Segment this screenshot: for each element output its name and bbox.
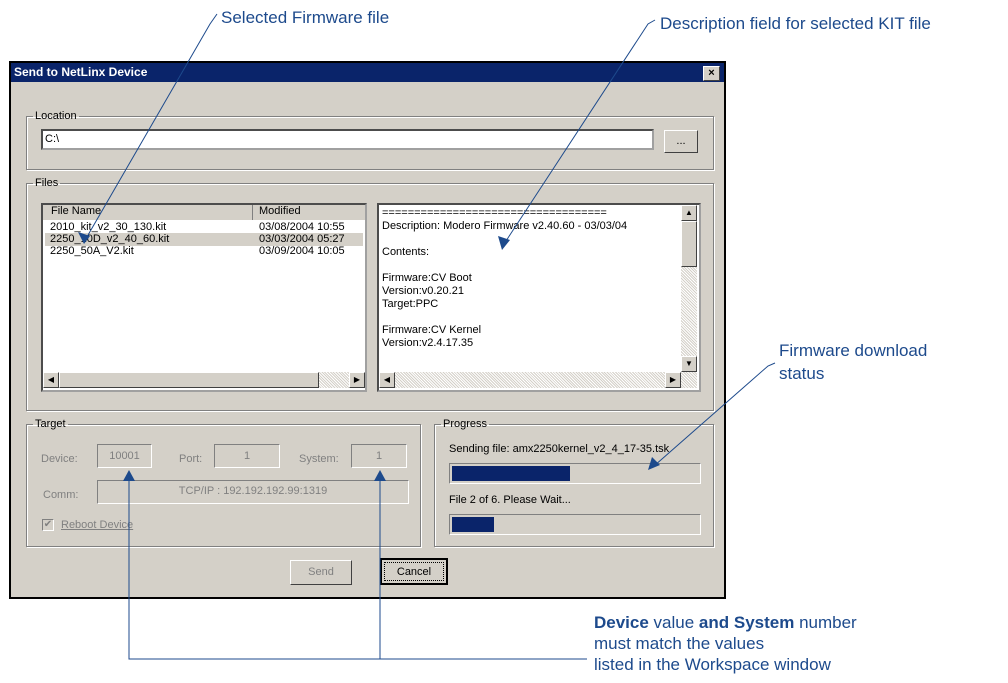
description-line: Description: Modero Firmware v2.40.60 - … (382, 220, 628, 232)
cancel-button[interactable]: Cancel (380, 558, 448, 585)
files-legend: Files (35, 177, 59, 189)
location-input[interactable]: C:\ (41, 129, 654, 150)
description-line: Firmware:CV Kernel (382, 324, 482, 336)
column-header-file-name[interactable]: File Name (43, 205, 253, 220)
location-legend: Location (35, 110, 77, 122)
file-progress-fill (452, 466, 570, 481)
port-field[interactable]: 1 (214, 444, 280, 468)
port-label: Port: (179, 453, 203, 465)
file-list-header: File Name Modified (43, 205, 365, 220)
file-name-cell: 2250_10D_v2_40_60.kit (50, 233, 170, 245)
reboot-label: Reboot Device (61, 519, 134, 531)
file-name-cell: 2250_50A_V2.kit (50, 245, 134, 257)
send-button[interactable]: Send (290, 560, 352, 585)
comm-label: Comm: (43, 489, 79, 501)
callout-download-status-1: Firmware download (779, 341, 928, 360)
dialog-titlebar: Send to NetLinx Device × (11, 63, 724, 82)
description-line: Target:PPC (382, 298, 439, 310)
send-to-netlinx-dialog: Send to NetLinx Device × Location C:\ ..… (9, 61, 726, 599)
file-count-text: File 2 of 6. Please Wait... (449, 494, 571, 506)
scroll-right-icon[interactable]: ▶ (665, 372, 681, 388)
file-modified-cell: 03/08/2004 10:55 (259, 221, 345, 233)
scroll-up-icon[interactable]: ▲ (681, 205, 697, 221)
browse-button[interactable]: ... (664, 130, 698, 153)
target-legend: Target (35, 418, 66, 430)
reboot-checkbox[interactable]: ✔ (42, 519, 54, 531)
file-name-cell: 2010_kit_v2_30_130.kit (50, 221, 167, 233)
description-hscrollbar[interactable]: ◀ ▶ (379, 372, 697, 388)
overall-progress-fill (452, 517, 494, 532)
device-label: Device: (41, 453, 78, 465)
description-line: =================================== (382, 207, 607, 219)
scroll-left-icon[interactable]: ◀ (379, 372, 395, 388)
file-list-hscrollbar[interactable]: ◀ ▶ (43, 372, 365, 388)
file-row[interactable]: 2250_50A_V2.kit 03/09/2004 10:05 (45, 245, 363, 258)
column-header-modified[interactable]: Modified (254, 205, 369, 220)
close-icon[interactable]: × (703, 66, 720, 81)
description-line (382, 311, 678, 324)
comm-field[interactable]: TCP/IP : 192.192.192.99:1319 (97, 480, 409, 504)
callout-selected-firmware: Selected Firmware file (221, 8, 390, 27)
description-line: Firmware:CV Boot (382, 272, 472, 284)
description-line: Version:v0.20.21 (382, 285, 464, 297)
description-vscrollbar[interactable]: ▲ ▼ (681, 205, 697, 372)
description-box[interactable]: =================================== Descr… (377, 203, 701, 392)
scroll-left-icon[interactable]: ◀ (43, 372, 59, 388)
system-label: System: (299, 453, 339, 465)
description-line: Contents: (382, 246, 430, 258)
overall-progress-bar (449, 514, 701, 535)
description-line (382, 233, 678, 246)
file-modified-cell: 03/09/2004 10:05 (259, 245, 345, 257)
scroll-right-icon[interactable]: ▶ (349, 372, 365, 388)
callout-download-status-2: status (779, 364, 825, 383)
description-line: Version:v2.4.17.35 (382, 337, 474, 349)
file-progress-bar (449, 463, 701, 484)
file-modified-cell: 03/03/2004 05:27 (259, 233, 345, 245)
progress-legend: Progress (443, 418, 488, 430)
system-field[interactable]: 1 (351, 444, 407, 468)
callout-device-system-note: Device value and System number must matc… (594, 613, 857, 674)
callout-description-field: Description field for selected KIT file (660, 14, 931, 33)
vscroll-thumb[interactable] (681, 221, 697, 267)
device-field[interactable]: 10001 (97, 444, 152, 468)
dialog-title: Send to NetLinx Device (14, 65, 148, 79)
file-rows: 2010_kit_v2_30_130.kit 03/08/2004 10:55 22… (43, 221, 365, 371)
scroll-thumb[interactable] (59, 372, 319, 388)
scroll-down-icon[interactable]: ▼ (681, 356, 697, 372)
sending-file-text: Sending file: amx2250kernel_v2_4_17-35.t… (449, 443, 670, 455)
description-line (382, 259, 678, 272)
description-text: =================================== Descr… (382, 207, 678, 371)
file-list[interactable]: File Name Modified 2010_kit_v2_30_130.ki… (41, 203, 367, 392)
